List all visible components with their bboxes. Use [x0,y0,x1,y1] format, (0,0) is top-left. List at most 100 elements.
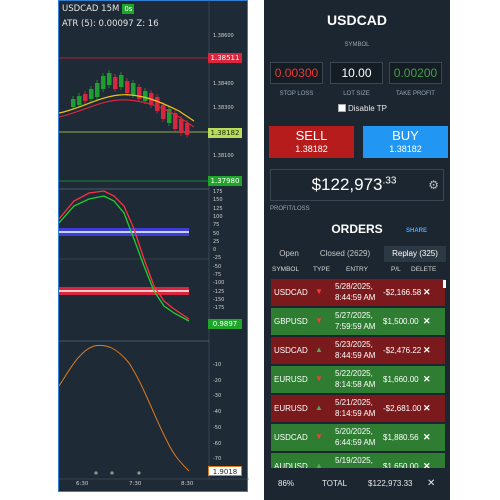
lot-size-input[interactable]: 10.00 [330,62,383,84]
delete-icon[interactable]: ✕ [423,403,431,414]
delete-icon[interactable]: ✕ [423,316,431,327]
column-header-symbol: SYMBOL [272,266,300,273]
order-row[interactable]: USDCAD ▼ 5/20/2025, 6:44:59 AM $1,880.56 ✕ [271,424,445,451]
take-profit-label: TAKE PROFIT [396,91,435,97]
column-header-entry: ENTRY [346,266,368,273]
order-time: 8:44:59 AM [335,351,376,360]
order-row[interactable]: AUDUSD ▲ 5/19/2025, $1,650.00 ✕ [271,453,445,468]
order-row[interactable]: USDCAD ▼ 5/28/2025, 8:44:59 AM -$2,166.58 ✕ [271,279,445,306]
order-symbol: GBPUSD [274,317,308,326]
orders-list[interactable]: USDCAD ▼ 5/28/2025, 8:44:59 AM -$2,166.58 ✕ GB… [271,279,445,468]
delete-icon[interactable]: ✕ [423,432,431,443]
time-label: 7:30 [129,481,142,487]
delete-icon[interactable]: ✕ [423,345,431,356]
order-date: 5/21/2025, [335,398,373,407]
price-chart[interactable]: USDCAD 15M 0s ATR (5): 0.00097 Z: 16 1.38… [58,0,249,492]
axis-label: -75 [213,272,222,278]
order-entry: 5/19/2025, [335,455,373,466]
arrow-up-icon: ▲ [315,461,323,468]
price-tag-red: 1.38511 [208,53,242,63]
candle [71,99,76,107]
order-time: 8:14:59 AM [335,409,376,418]
column-header-delete: DELETE [411,266,437,273]
profit-main: $122,973 [311,175,383,194]
candle [179,119,184,133]
order-entry: 5/23/2025, 8:44:59 AM [335,339,375,361]
order-date: 5/27/2025, [335,311,373,320]
delete-icon[interactable]: ✕ [423,461,431,468]
order-row[interactable]: USDCAD ▲ 5/23/2025, 8:44:59 AM -$2,476.22 ✕ [271,337,445,364]
tab-closed[interactable]: Closed (2629) [309,246,381,262]
order-row[interactable]: EURUSD ▲ 5/21/2025, 8:14:59 AM -$2,681.00 ✕ [271,395,445,422]
axis-label: -40 [213,409,222,416]
order-symbol: USDCAD [274,433,308,442]
arrow-up-icon: ▲ [315,403,323,412]
candle [113,77,118,89]
lot-size-label: LOT SIZE [343,91,370,97]
buy-label: BUY [392,128,419,143]
candle [161,105,166,119]
order-date: 5/22/2025, [335,369,373,378]
axis-label: 125 [213,205,223,212]
time-label: 8:30 [181,481,194,487]
sell-label: SELL [295,128,328,143]
order-entry: 5/21/2025, 8:14:59 AM [335,397,375,419]
axis-label: -10 [213,362,222,368]
profit-cents: .33 [382,175,397,187]
order-row[interactable]: GBPUSD ▼ 5/27/2025, 7:59:59 AM $1,500.00 ✕ [271,308,445,335]
axis-label: -25 [213,255,222,262]
oscillator-line [59,190,190,320]
order-pl: $1,660.00 [383,375,419,384]
column-header-type: TYPE [313,266,330,273]
scrollbar-thumb[interactable] [443,280,446,288]
profit-loss-value: $122,973.33 [271,175,437,195]
symbol-title[interactable]: USDCAD [264,12,450,28]
oscillator-tag: 0.9897 [208,319,242,329]
buy-button[interactable]: BUY 1.38182 [363,126,448,158]
take-profit-input[interactable]: 0.00200 [389,62,442,84]
atr-readout: ATR (5): 0.00097 Z: 16 [62,19,159,29]
footer-bar: 86% TOTAL $122,973.33 ✕ [264,474,450,494]
close-icon[interactable]: ✕ [427,478,435,489]
oscillator-line [59,195,190,322]
candle [77,96,82,105]
axis-label: 1.38300 [213,105,234,111]
axis-label: -20 [213,377,222,384]
event-marker [137,471,141,475]
arrow-up-icon: ▲ [315,345,323,354]
candle [131,83,136,95]
arrow-down-icon: ▼ [315,287,323,296]
delete-icon[interactable]: ✕ [423,287,431,298]
share-link[interactable]: SHARE [406,228,427,234]
disable-tp-label: Disable TP [348,104,387,113]
candle [125,81,130,93]
delete-icon[interactable]: ✕ [423,374,431,385]
order-row[interactable]: EURUSD ▼ 5/22/2025, 8:14:58 AM $1,660.00 ✕ [271,366,445,393]
axis-label: -150 [213,296,225,303]
stop-loss-input[interactable]: 0.00300 [270,62,323,84]
order-date: 5/23/2025, [335,340,373,349]
candle [101,76,106,89]
disable-tp-checkbox[interactable] [338,104,346,112]
arrow-down-icon: ▼ [315,374,323,383]
sell-button[interactable]: SELL 1.38182 [269,126,354,158]
chart-canvas [59,1,249,480]
footer-total-value: $122,973.33 [368,479,413,488]
axis-label: 1.38600 [213,33,234,39]
lower-indicator-tag: 1.9018 [208,466,242,476]
gear-icon[interactable]: ⚙ [428,178,439,192]
order-time: 6:44:59 AM [335,438,376,447]
order-date: 5/20/2025, [335,427,373,436]
axis-label: 175 [213,189,223,195]
tab-replay[interactable]: Replay (325) [384,246,446,262]
event-marker [94,471,98,475]
candle [155,97,160,111]
order-time: 7:59:59 AM [335,322,376,331]
current-price-tag: 1.38182 [208,128,242,138]
candle [143,91,148,101]
tab-open[interactable]: Open [271,246,307,262]
buy-price: 1.38182 [389,144,422,154]
axis-label: 0 [213,247,217,254]
order-date: 5/19/2025, [335,456,373,465]
order-symbol: USDCAD [274,346,308,355]
